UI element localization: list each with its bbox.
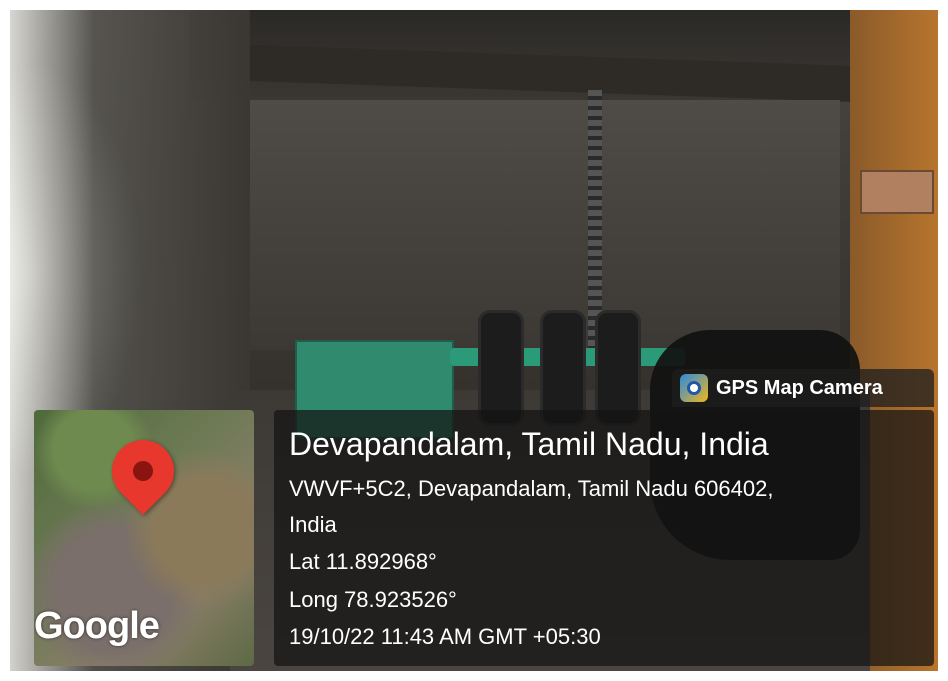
address-line-2: India: [289, 512, 337, 537]
app-name: GPS Map Camera: [716, 376, 883, 399]
longitude: Long 78.923526°: [289, 587, 457, 612]
electrical-box: [860, 170, 934, 214]
tyre: [540, 310, 586, 426]
tyre: [478, 310, 524, 426]
tyre: [595, 310, 641, 426]
address-line-1: VWVF+5C2, Devapandalam, Tamil Nadu 60640…: [289, 476, 774, 501]
google-logo: Google: [34, 605, 160, 647]
map-thumbnail: Google: [34, 410, 254, 666]
latitude: Lat 11.892968°: [289, 549, 437, 574]
location-title: Devapandalam, Tamil Nadu, India: [289, 426, 769, 462]
datetime: 19/10/22 11:43 AM GMT +05:30: [289, 624, 601, 649]
app-badge: GPS Map Camera: [672, 369, 934, 407]
camera-pin-icon: [680, 374, 708, 402]
back-wall: [240, 100, 840, 350]
pin-dot: [133, 461, 153, 481]
